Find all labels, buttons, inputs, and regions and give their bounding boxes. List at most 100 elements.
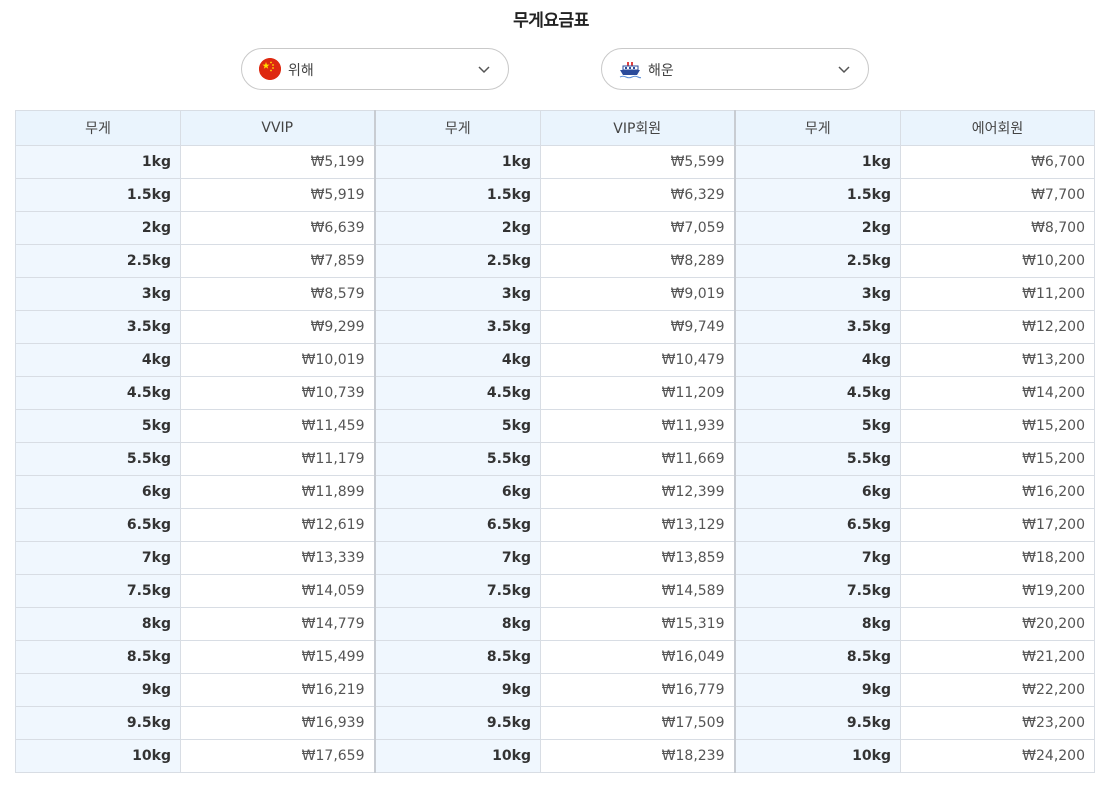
table-row: 9.5kg ₩16,939 9.5kg ₩17,509 9.5kg ₩23,200	[15, 706, 1095, 740]
weight-cell: 8.5kg	[15, 640, 181, 674]
weight-cell: 1.5kg	[15, 178, 181, 212]
vvip-price-cell: ₩15,499	[180, 640, 375, 674]
vip-price-cell: ₩15,319	[540, 607, 735, 641]
weight-cell: 9kg	[15, 673, 181, 707]
vip-price-cell: ₩14,589	[540, 574, 735, 608]
table-row: 8kg ₩14,779 8kg ₩15,319 8kg ₩20,200	[15, 607, 1095, 641]
table-row: 4kg ₩10,019 4kg ₩10,479 4kg ₩13,200	[15, 343, 1095, 377]
air-price-cell: ₩16,200	[900, 475, 1095, 509]
table-row: 2.5kg ₩7,859 2.5kg ₩8,289 2.5kg ₩10,200	[15, 244, 1095, 278]
weight-cell: 6.5kg	[15, 508, 181, 542]
air-price-cell: ₩10,200	[900, 244, 1095, 278]
weight-cell: 7.5kg	[733, 574, 901, 608]
shipping-method-select-label: 해운	[648, 63, 674, 79]
weight-cell: 7.5kg	[15, 574, 181, 608]
air-price-cell: ₩19,200	[900, 574, 1095, 608]
weight-cell: 5.5kg	[733, 442, 901, 476]
table-row: 6kg ₩11,899 6kg ₩12,399 6kg ₩16,200	[15, 475, 1095, 509]
column-header-weight: 무게	[15, 110, 181, 146]
weight-cell: 8kg	[15, 607, 181, 641]
vvip-price-cell: ₩11,179	[180, 442, 375, 476]
weight-cell: 4kg	[733, 343, 901, 377]
vip-price-cell: ₩12,399	[540, 475, 735, 509]
vvip-price-cell: ₩5,199	[180, 145, 375, 179]
weight-cell: 3.5kg	[373, 310, 541, 344]
vvip-price-cell: ₩6,639	[180, 211, 375, 245]
weight-cell: 6kg	[733, 475, 901, 509]
weight-cell: 8kg	[373, 607, 541, 641]
vip-price-cell: ₩10,479	[540, 343, 735, 377]
weight-cell: 7kg	[733, 541, 901, 575]
table-row: 4.5kg ₩10,739 4.5kg ₩11,209 4.5kg ₩14,200	[15, 376, 1095, 410]
weight-cell: 9kg	[373, 673, 541, 707]
air-price-cell: ₩15,200	[900, 409, 1095, 443]
weight-cell: 10kg	[373, 739, 541, 773]
air-price-cell: ₩6,700	[900, 145, 1095, 179]
weight-cell: 7kg	[15, 541, 181, 575]
vvip-price-cell: ₩16,219	[180, 673, 375, 707]
weight-cell: 5kg	[15, 409, 181, 443]
weight-cell: 1.5kg	[373, 178, 541, 212]
vip-price-cell: ₩11,669	[540, 442, 735, 476]
vvip-price-cell: ₩8,579	[180, 277, 375, 311]
table-row: 5.5kg ₩11,179 5.5kg ₩11,669 5.5kg ₩15,200	[15, 442, 1095, 476]
weight-cell: 3kg	[15, 277, 181, 311]
vvip-price-cell: ₩14,779	[180, 607, 375, 641]
air-price-cell: ₩17,200	[900, 508, 1095, 542]
weight-cell: 5.5kg	[373, 442, 541, 476]
weight-cell: 6.5kg	[373, 508, 541, 542]
weight-cell: 4kg	[373, 343, 541, 377]
weight-cell: 9.5kg	[373, 706, 541, 740]
vip-price-cell: ₩16,049	[540, 640, 735, 674]
column-header-vip: VIP회원	[540, 110, 735, 146]
table-row: 1.5kg ₩5,919 1.5kg ₩6,329 1.5kg ₩7,700	[15, 178, 1095, 212]
table-row: 3kg ₩8,579 3kg ₩9,019 3kg ₩11,200	[15, 277, 1095, 311]
vip-price-cell: ₩18,239	[540, 739, 735, 773]
vip-price-cell: ₩17,509	[540, 706, 735, 740]
weight-cell: 1kg	[15, 145, 181, 179]
weight-cell: 2.5kg	[15, 244, 181, 278]
weight-cell: 3kg	[733, 277, 901, 311]
origin-select-label: 위해	[288, 63, 314, 79]
air-price-cell: ₩24,200	[900, 739, 1095, 773]
weight-cell: 6kg	[15, 475, 181, 509]
vvip-price-cell: ₩12,619	[180, 508, 375, 542]
shipping-method-select[interactable]: 해운	[601, 48, 869, 90]
table-row: 10kg ₩17,659 10kg ₩18,239 10kg ₩24,200	[15, 739, 1095, 773]
weight-cell: 6.5kg	[733, 508, 901, 542]
weight-cell: 9.5kg	[733, 706, 901, 740]
table-row: 7kg ₩13,339 7kg ₩13,859 7kg ₩18,200	[15, 541, 1095, 575]
weight-cell: 1kg	[733, 145, 901, 179]
chevron-down-icon	[478, 66, 490, 74]
table-row: 6.5kg ₩12,619 6.5kg ₩13,129 6.5kg ₩17,200	[15, 508, 1095, 542]
table-row: 7.5kg ₩14,059 7.5kg ₩14,589 7.5kg ₩19,200	[15, 574, 1095, 608]
weight-cell: 3.5kg	[15, 310, 181, 344]
vip-price-cell: ₩8,289	[540, 244, 735, 278]
vvip-price-cell: ₩16,939	[180, 706, 375, 740]
table-header-row: 무게 VVIP 무게 VIP회원 무게 에어회원	[15, 110, 1095, 146]
china-flag-icon	[259, 58, 281, 80]
vip-price-cell: ₩11,939	[540, 409, 735, 443]
weight-cell: 10kg	[15, 739, 181, 773]
column-header-air: 에어회원	[900, 110, 1095, 146]
vvip-price-cell: ₩5,919	[180, 178, 375, 212]
weight-cell: 2kg	[373, 211, 541, 245]
origin-select[interactable]: 위해	[241, 48, 509, 90]
weight-cell: 5.5kg	[15, 442, 181, 476]
weight-cell: 6kg	[373, 475, 541, 509]
vip-price-cell: ₩5,599	[540, 145, 735, 179]
vip-price-cell: ₩11,209	[540, 376, 735, 410]
table-row: 1kg ₩5,199 1kg ₩5,599 1kg ₩6,700	[15, 145, 1095, 179]
table-row: 5kg ₩11,459 5kg ₩11,939 5kg ₩15,200	[15, 409, 1095, 443]
weight-cell: 10kg	[733, 739, 901, 773]
vip-price-cell: ₩9,019	[540, 277, 735, 311]
weight-cell: 4kg	[15, 343, 181, 377]
vvip-price-cell: ₩14,059	[180, 574, 375, 608]
vvip-price-cell: ₩17,659	[180, 739, 375, 773]
weight-cell: 4.5kg	[373, 376, 541, 410]
air-price-cell: ₩11,200	[900, 277, 1095, 311]
vvip-price-cell: ₩9,299	[180, 310, 375, 344]
weight-cell: 1.5kg	[733, 178, 901, 212]
weight-cell: 4.5kg	[15, 376, 181, 410]
vip-price-cell: ₩13,129	[540, 508, 735, 542]
